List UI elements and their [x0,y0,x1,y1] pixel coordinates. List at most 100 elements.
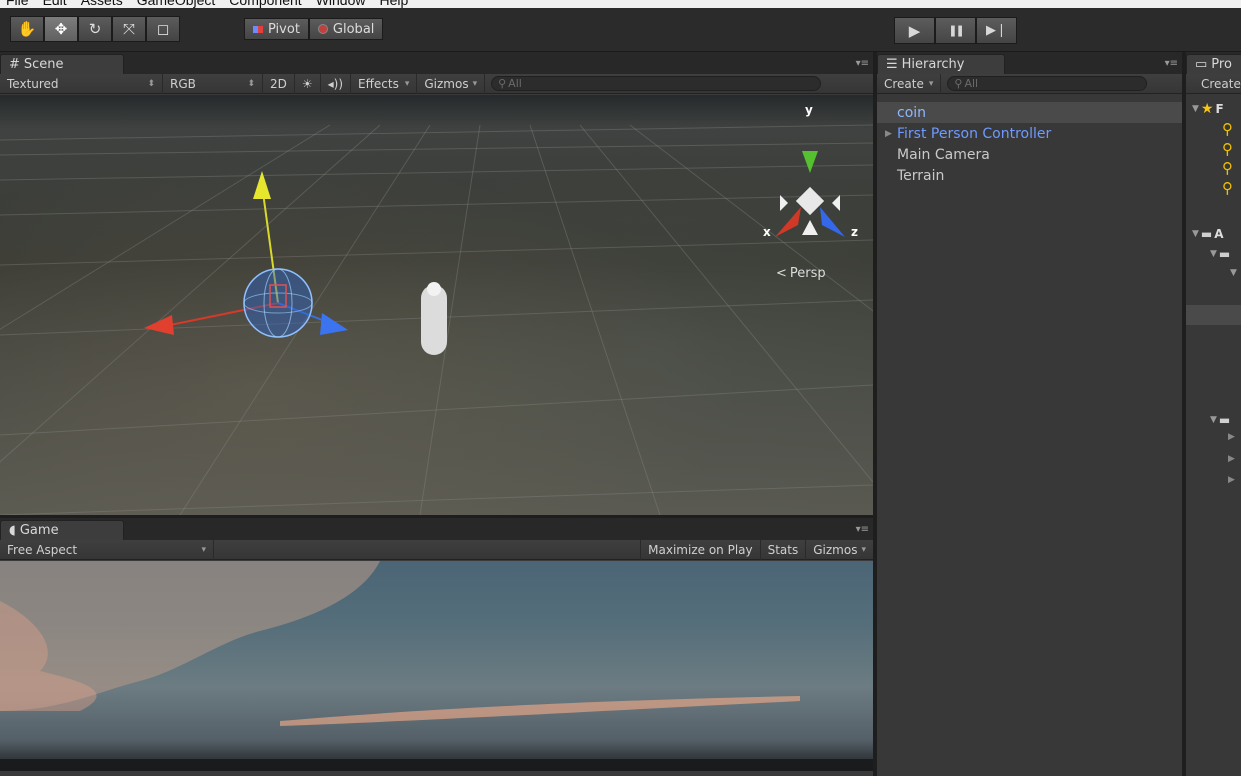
menu-help[interactable]: Help [379,0,408,8]
rect-tool-button[interactable]: ◻ [146,16,180,42]
axis-label-z: z [851,225,858,239]
favorites-row[interactable]: ▼ ★ F [1192,99,1224,119]
expand-arrow-icon[interactable]: ▼ [1192,229,1199,239]
hierarchy-create-dropdown[interactable]: Create ▾ [877,73,942,94]
folder-icon: ▬ [1218,413,1231,427]
tab-scene[interactable]: # Scene [0,54,124,74]
selected-row[interactable] [1186,305,1241,325]
search-filter-icon[interactable]: ⚲ [1222,179,1233,197]
effects-label: Effects [358,76,399,91]
projection-label: Persp [789,266,826,281]
list-icon: ☰ [886,57,898,72]
project-create-label: Create [1201,76,1241,91]
gizmos-dropdown[interactable]: Gizmos ▾ [417,73,486,94]
panel-menu-icon[interactable]: ▾≡ [856,58,869,69]
panel-menu-icon[interactable]: ▾≡ [856,524,869,535]
tab-project[interactable]: ▭ Pro [1186,54,1241,74]
menu-gameobject[interactable]: GameObject [137,0,216,8]
collapse-arrow-icon[interactable]: ▶ [1228,432,1235,442]
render-mode-dropdown[interactable]: RGB ⬍ [163,73,263,94]
game-viewport[interactable] [0,561,873,771]
expand-arrow-icon[interactable]: ▼ [1230,268,1237,278]
chevron-down-icon: ▾ [472,78,478,89]
game-gizmos-dropdown[interactable]: Gizmos ▾ [806,540,873,560]
aspect-dropdown[interactable]: Free Aspect ▾ [0,539,214,560]
menu-edit[interactable]: Edit [43,0,67,8]
2d-label: 2D [270,76,287,91]
folder-icon: ▭ [1195,57,1208,72]
expand-arrow-icon[interactable]: ▶ [885,129,892,139]
hierarchy-item-coin[interactable]: coin [877,102,1182,123]
pause-button[interactable]: ❚❚ [935,17,976,44]
shading-dropdown[interactable]: Textured ⬍ [0,73,163,94]
menu-window[interactable]: Window [316,0,366,8]
scene-search-placeholder: All [508,77,522,90]
collapse-arrow-icon[interactable]: ▶ [1228,475,1235,485]
search-filter-icon[interactable]: ⚲ [1222,159,1233,177]
scene-panel: # Scene ▾≡ Textured ⬍ RGB ⬍ 2D ☀ ◂)) Effec… [0,52,873,515]
step-button[interactable]: ▶❘ [976,17,1017,44]
sun-icon: ☀ [301,76,313,91]
play-icon: ▶ [908,21,921,40]
projection-toggle[interactable]: < Persp [776,266,826,281]
hierarchy-item-first-person-controller[interactable]: ▶ First Person Controller [877,123,1182,144]
aspect-label: Free Aspect [7,542,78,557]
2d-toggle[interactable]: 2D [263,73,295,94]
panel-menu-icon[interactable]: ▾≡ [1165,58,1178,69]
scene-search-input[interactable]: ⚲ All [491,76,822,91]
scale-tool-button[interactable]: ⤧ [112,16,146,42]
project-tab-label: Pro [1211,57,1232,72]
scene-tab-label: Scene [23,57,64,72]
audio-toggle[interactable]: ◂)) [321,73,352,94]
grid-icon: # [9,57,20,72]
dropdown-arrows-icon: ⬍ [247,78,255,89]
collapse-arrow-icon[interactable]: ▶ [1228,454,1235,464]
hierarchy-item-main-camera[interactable]: Main Camera [877,144,1182,165]
menu-assets[interactable]: Assets [81,0,123,8]
main-toolbar: ✋ ✥ ↻ ⤧ ◻ Pivot Global ▶ ❚❚ ▶❘ [0,8,1241,52]
playback-controls: ▶ ❚❚ ▶❘ [894,17,1017,44]
game-tabbar: ◖ Game ▾≡ [0,518,873,540]
pacman-icon: ◖ [9,523,16,538]
hierarchy-item-terrain[interactable]: Terrain [877,165,1182,186]
lighting-toggle[interactable]: ☀ [295,73,321,94]
global-button[interactable]: Global [308,18,384,40]
stats-toggle[interactable]: Stats [761,539,807,560]
play-button[interactable]: ▶ [894,17,935,44]
maximize-label: Maximize on Play [648,542,753,557]
assets-row[interactable]: ▼ ▬ A [1192,224,1224,244]
effects-dropdown[interactable]: Effects ▾ [351,73,418,94]
search-filter-icon[interactable]: ⚲ [1222,140,1233,158]
menu-component[interactable]: Component [229,0,301,8]
subfolder-row[interactable]: ▼ ▬ [1210,244,1230,264]
hand-tool-button[interactable]: ✋ [10,16,44,42]
expand-arrow-icon[interactable]: ▼ [1192,104,1199,114]
tab-hierarchy[interactable]: ☰ Hierarchy [877,54,1005,74]
move-icon: ✥ [54,20,68,38]
project-create-dropdown[interactable]: Create [1186,74,1241,94]
game-panel: ◖ Game ▾≡ Free Aspect ▾ Maximize on Play … [0,518,873,776]
expand-arrow-icon[interactable]: ▼ [1210,249,1217,259]
rotate-tool-button[interactable]: ↻ [78,16,112,42]
scene-tabbar: # Scene ▾≡ [0,52,873,74]
hierarchy-panel: ☰ Hierarchy ▾≡ Create ▾ ⚲ All coin ▶ First… [877,52,1182,776]
hierarchy-item-label: Terrain [897,167,945,184]
perspective-icon: < [776,266,787,281]
shading-label: Textured [7,76,59,91]
menu-file[interactable]: File [6,0,29,8]
pivot-button[interactable]: Pivot [244,18,309,40]
search-filter-icon[interactable]: ⚲ [1222,120,1233,138]
subfolder-row[interactable]: ▼ ▬ [1210,410,1230,430]
scale-icon: ⤧ [122,20,135,38]
move-tool-button[interactable]: ✥ [44,16,78,42]
scene-render [0,124,873,515]
maximize-on-play-toggle[interactable]: Maximize on Play [640,539,761,560]
expand-arrow-icon[interactable]: ▼ [1210,415,1217,425]
pivot-label: Pivot [268,21,300,37]
pause-icon: ❚❚ [948,24,965,37]
scene-viewport[interactable]: y x z < Persp [0,95,873,515]
chevron-down-icon: ▾ [201,544,206,555]
hierarchy-controlbar: Create ▾ ⚲ All [877,73,1182,94]
tab-game[interactable]: ◖ Game [0,520,124,540]
hierarchy-search-input[interactable]: ⚲ All [947,76,1148,91]
